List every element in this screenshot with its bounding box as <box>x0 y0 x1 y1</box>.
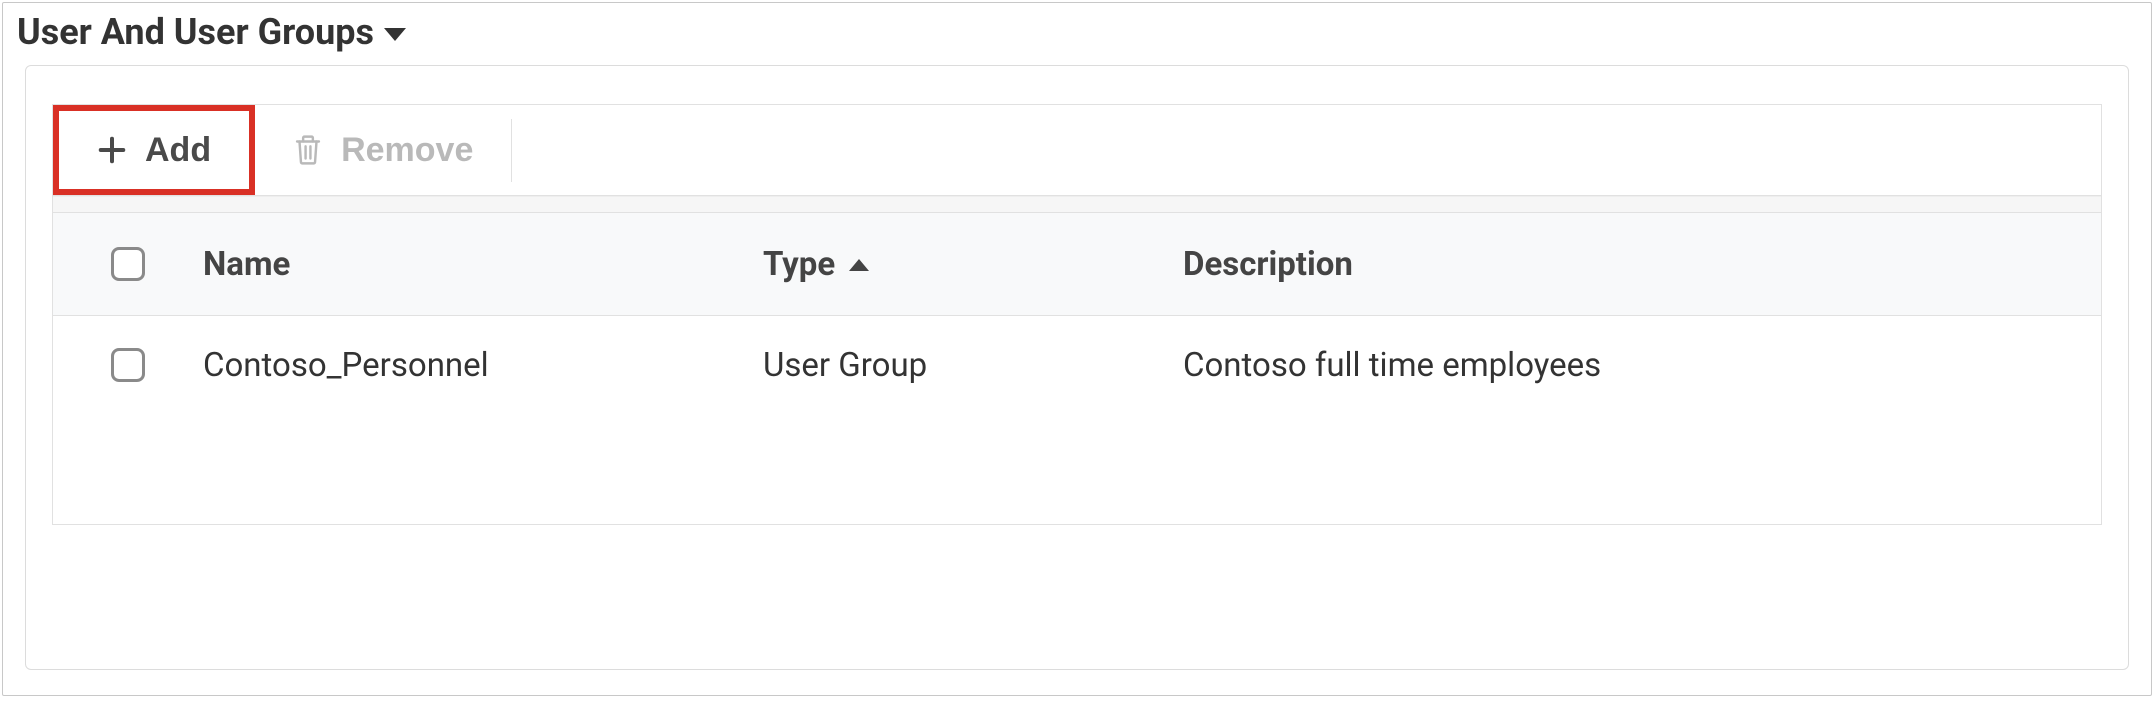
user-and-groups-panel: User And User Groups Add <box>2 2 2152 696</box>
trash-icon <box>293 133 323 167</box>
remove-button[interactable]: Remove <box>255 105 511 195</box>
table-row[interactable]: Contoso_Personnel User Group Contoso ful… <box>53 316 2101 414</box>
column-header-description[interactable]: Description <box>1183 245 2101 284</box>
row-type: User Group <box>763 346 1183 385</box>
panel-header[interactable]: User And User Groups <box>3 3 2151 65</box>
toolbar: Add Remove <box>52 104 2102 196</box>
add-button[interactable]: Add <box>53 105 255 195</box>
toolbar-separator <box>511 119 512 182</box>
panel-title: User And User Groups <box>17 11 374 53</box>
table-filler <box>53 196 2101 212</box>
table-empty-space <box>53 414 2101 524</box>
table-header-row: Name Type Description <box>53 212 2101 316</box>
column-header-type[interactable]: Type <box>763 245 1183 284</box>
column-header-type-label: Type <box>763 245 835 284</box>
add-button-label: Add <box>145 131 211 170</box>
column-header-name[interactable]: Name <box>203 245 763 284</box>
chevron-down-icon <box>384 28 406 41</box>
row-checkbox-cell <box>53 348 203 382</box>
plus-icon <box>97 135 127 165</box>
header-checkbox-cell <box>53 247 203 281</box>
user-groups-table: Name Type Description Contoso_Personnel … <box>52 196 2102 525</box>
row-checkbox[interactable] <box>111 348 145 382</box>
remove-button-label: Remove <box>341 131 473 170</box>
inner-panel: Add Remove <box>25 65 2129 670</box>
row-name: Contoso_Personnel <box>203 346 763 385</box>
sort-ascending-icon <box>849 259 869 271</box>
select-all-checkbox[interactable] <box>111 247 145 281</box>
row-description: Contoso full time employees <box>1183 346 2101 385</box>
